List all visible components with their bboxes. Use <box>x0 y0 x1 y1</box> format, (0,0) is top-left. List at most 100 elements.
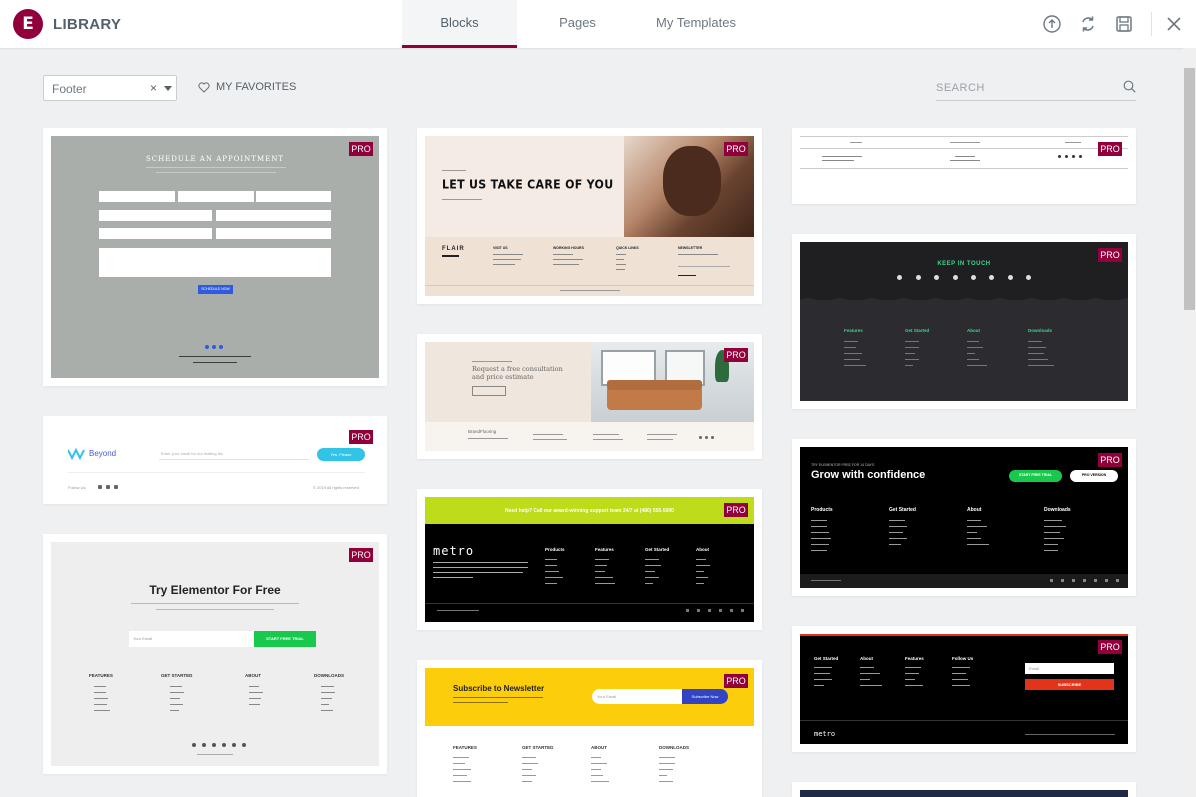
thumb-title: Subscribe to Newsletter <box>453 684 545 693</box>
thumb-col: GET STARTED <box>161 673 193 678</box>
pro-badge: PRO <box>349 430 373 444</box>
save-icon[interactable] <box>1113 13 1135 35</box>
thumb-kicker: TRY ELEMENTOR FREE FOR 14 DAYS <box>811 463 875 467</box>
thumb-col: About <box>967 507 982 513</box>
library-title: LIBRARY <box>53 16 122 33</box>
tab-pages[interactable]: Pages <box>530 0 625 48</box>
thumb-input: Your Email <box>597 694 617 699</box>
category-select[interactable]: Footer × <box>43 75 177 101</box>
tab-label: My Templates <box>656 15 736 30</box>
thumb-title: Grow with confidence <box>811 469 926 481</box>
tab-label: Blocks <box>440 15 479 30</box>
tab-my-templates[interactable]: My Templates <box>640 0 752 48</box>
category-select-value: Footer <box>52 82 87 96</box>
thumb-brand: FLAIR <box>442 246 465 252</box>
template-thumbnail: Get Started About Features Follow Us Ema… <box>800 634 1128 744</box>
header-divider <box>1151 12 1152 36</box>
pro-badge: PRO <box>349 548 373 562</box>
thumb-col: Get Started <box>645 547 670 552</box>
thumb-button: PRO VERSION <box>1081 473 1107 477</box>
thumb-col: QUICK LINKS <box>616 246 639 250</box>
thumb-col: ABOUT <box>245 673 261 678</box>
search-box <box>936 76 1136 101</box>
template-card-newsletter[interactable]: Subscribe to Newsletter Your Email Subsc… <box>417 660 762 797</box>
thumb-col: Get Started <box>814 656 839 661</box>
template-card-metro-subscribe[interactable]: Get Started About Features Follow Us Ema… <box>792 626 1136 752</box>
template-thumbnail <box>800 136 1128 180</box>
thumb-col: NEWSLETTER <box>678 246 703 250</box>
thumb-brand: metro <box>433 544 475 558</box>
pro-badge: PRO <box>1098 640 1122 654</box>
thumb-col: Products <box>545 547 565 552</box>
my-favorites-filter[interactable]: MY FAVORITES <box>198 81 296 93</box>
pro-badge: PRO <box>349 142 373 156</box>
template-card-appointment[interactable]: SCHEDULE AN APPOINTMENT SCHEDULE NOW PRO <box>43 128 387 386</box>
upload-icon[interactable] <box>1041 13 1063 35</box>
template-thumbnail: Need help? Call our award-winning suppor… <box>425 497 754 622</box>
thumb-title: Request a free consultation <box>472 365 563 373</box>
wave-divider <box>800 298 1128 304</box>
pro-badge: PRO <box>724 142 748 156</box>
template-card-care[interactable]: LET US TAKE CARE OF YOU FLAIR VISIT US W… <box>417 128 762 304</box>
search-input[interactable] <box>936 76 1116 94</box>
thumb-button: SCHEDULE NOW <box>201 287 230 291</box>
template-card-beyond[interactable]: Beyond Enter your email for our mailing … <box>43 416 387 504</box>
template-card-consult[interactable]: Request a free consultation and price es… <box>417 334 762 459</box>
thumb-col: Downloads <box>1044 507 1071 513</box>
pro-badge: PRO <box>724 674 748 688</box>
pro-badge: PRO <box>724 503 748 517</box>
template-card-partial[interactable] <box>792 782 1136 797</box>
template-thumbnail: TRY ELEMENTOR FREE FOR 14 DAYS Grow with… <box>800 447 1128 588</box>
thumb-col: About <box>967 328 980 333</box>
thumb-col: Get Started <box>889 507 916 513</box>
scrollbar-thumb[interactable] <box>1184 68 1195 310</box>
template-card-confidence[interactable]: TRY ELEMENTOR FREE FOR 14 DAYS Grow with… <box>792 439 1136 596</box>
thumb-button: START FREE TRIAL <box>266 636 304 641</box>
library-header: E LIBRARY Blocks Pages My Templates <box>0 0 1196 48</box>
sync-icon[interactable] <box>1077 13 1099 35</box>
thumb-title: and price estimate <box>472 373 534 381</box>
template-thumbnail <box>800 790 1128 797</box>
chevron-down-icon[interactable] <box>164 86 172 91</box>
thumb-col: WORKING HOURS <box>553 246 584 250</box>
thumb-col: About <box>860 656 873 661</box>
thumb-banner: Need help? Call our award-winning suppor… <box>505 508 674 514</box>
template-thumbnail: SCHEDULE AN APPOINTMENT SCHEDULE NOW <box>51 136 379 378</box>
tab-blocks[interactable]: Blocks <box>402 0 517 48</box>
close-icon[interactable] <box>1163 13 1185 35</box>
thumb-title: LET US TAKE CARE OF YOU <box>442 177 614 192</box>
thumb-col: Products <box>811 507 833 513</box>
thumb-button: Yes, Please <box>330 452 352 457</box>
thumb-col: ABOUT <box>591 745 607 750</box>
heart-icon <box>198 81 210 93</box>
thumb-brand: metro <box>814 730 836 738</box>
thumb-col: Features <box>844 328 863 333</box>
template-card-elementor[interactable]: Try Elementor For Free Your Email START … <box>43 534 387 774</box>
thumb-col: Features <box>905 656 924 661</box>
thumb-input: Your Email <box>133 636 153 641</box>
pro-badge: PRO <box>724 348 748 362</box>
template-thumbnail: LET US TAKE CARE OF YOU FLAIR VISIT US W… <box>425 136 754 296</box>
thumb-col: About <box>696 547 709 552</box>
tab-label: Pages <box>559 15 596 30</box>
pro-badge: PRO <box>1098 142 1122 156</box>
search-icon[interactable] <box>1123 80 1136 93</box>
clear-selection-icon[interactable]: × <box>150 81 157 95</box>
thumb-button: Subscribe Now <box>691 694 719 699</box>
thumb-col: FEATURES <box>453 745 477 750</box>
template-thumbnail: Beyond Enter your email for our mailing … <box>51 424 379 496</box>
thumb-title: SCHEDULE AN APPOINTMENT <box>145 155 285 163</box>
thumb-col: Features <box>595 547 614 552</box>
elementor-logo: E <box>13 9 43 39</box>
thumb-title: KEEP IN TOUCH <box>937 261 991 267</box>
template-thumbnail: Subscribe to Newsletter Your Email Subsc… <box>425 668 754 797</box>
thumb-copyright: © 2019 All rights reserved <box>313 485 359 490</box>
thumb-col: GET STARTED <box>522 745 554 750</box>
thumb-button: SUBSCRIBE <box>1057 682 1082 687</box>
pro-badge: PRO <box>1098 453 1122 467</box>
template-card-metro[interactable]: Need help? Call our award-winning suppor… <box>417 489 762 630</box>
template-card-contact-strip[interactable]: PRO <box>792 128 1136 204</box>
thumb-title: Try Elementor For Free <box>149 583 281 597</box>
template-card-keep-in-touch[interactable]: KEEP IN TOUCH Features Get Started About… <box>792 234 1136 409</box>
thumb-button: START FREE TRIAL <box>1019 473 1052 477</box>
